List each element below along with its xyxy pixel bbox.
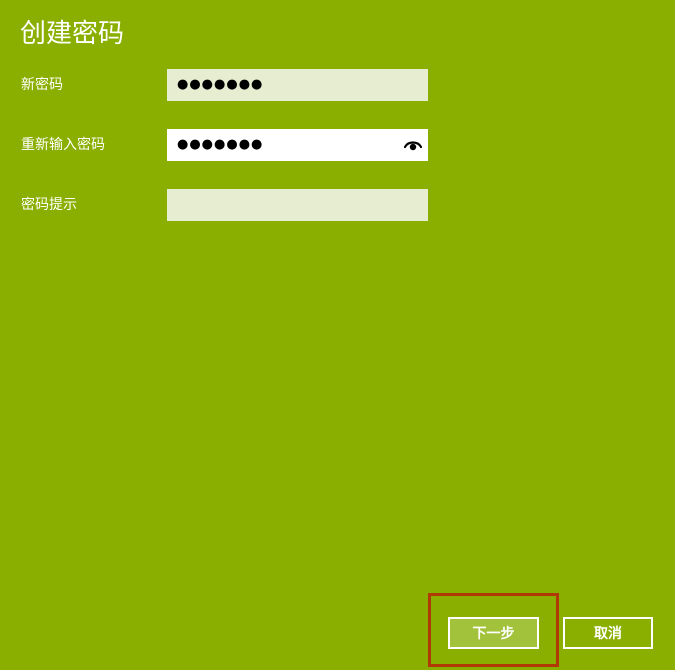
eye-icon[interactable]	[404, 138, 422, 152]
cancel-button[interactable]: 取消	[563, 617, 653, 649]
page-title: 创建密码	[20, 19, 125, 49]
new-password-field[interactable]: ●●●●●●●	[167, 69, 428, 101]
new-password-label: 新密码	[21, 77, 63, 93]
confirm-password-field[interactable]: ●●●●●●●	[167, 129, 428, 161]
password-hint-field[interactable]	[167, 189, 428, 221]
new-password-value: ●●●●●●●	[177, 77, 264, 92]
confirm-password-value: ●●●●●●●	[177, 137, 264, 152]
confirm-password-label: 重新输入密码	[21, 137, 105, 153]
next-button[interactable]: 下一步	[448, 617, 539, 649]
password-hint-label: 密码提示	[21, 197, 77, 213]
